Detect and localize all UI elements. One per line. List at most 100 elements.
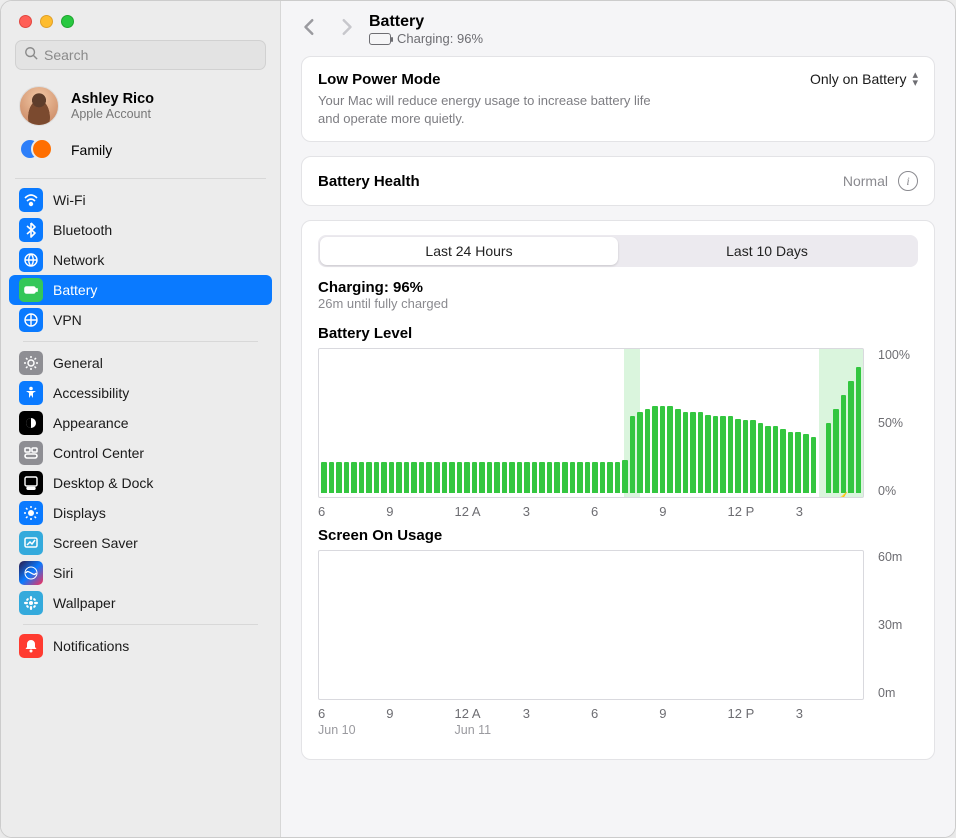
bar [329,462,335,493]
bar [502,462,508,493]
date-tick [523,723,591,737]
sidebar-item-notifications[interactable]: Notifications [9,631,272,661]
page-title: Battery [369,13,483,31]
x-tick: 6 [318,706,386,721]
bar [366,462,372,493]
lpm-dropdown[interactable]: Only on Battery ▴▾ [810,71,918,87]
sidebar-item-desktopdock[interactable]: Desktop & Dock [9,468,272,498]
seg-last-24h[interactable]: Last 24 Hours [320,237,618,265]
bar [728,416,734,493]
bar [675,409,681,493]
sidebar-item-wallpaper[interactable]: Wallpaper [9,588,272,618]
account-row[interactable]: Ashley Rico Apple Account [1,78,280,132]
sidebar: Ashley Rico Apple Account Family Wi-Fi Bl… [1,1,281,837]
bar [359,462,365,493]
bar [795,432,801,494]
sidebar-item-label: Accessibility [53,385,129,401]
sidebar-list: Wi-Fi Bluetooth Network Battery VPN General Ac… [1,185,280,661]
bh-status: Normal [843,173,888,189]
accessibility-icon [19,381,43,405]
bar [457,462,463,493]
bar [464,462,470,493]
sidebar-item-wifi[interactable]: Wi-Fi [9,185,272,215]
bar [607,462,613,493]
bar [667,406,673,493]
x-tick: 6 [591,504,659,519]
bar [389,462,395,493]
x-tick: 9 [386,504,454,519]
wallpaper-icon [19,591,43,615]
bar [396,462,402,493]
chevron-updown-icon: ▴▾ [912,71,918,87]
sidebar-item-vpn[interactable]: VPN [9,305,272,335]
sidebar-item-label: Wi-Fi [53,192,86,208]
bh-title: Battery Health [318,173,420,190]
range-segmented: Last 24 Hours Last 10 Days [318,235,918,267]
bar [758,423,764,493]
wifi-icon [19,188,43,212]
battery-level-chart: Battery Level ⚡ 100%50%0% 6912 A36912 P3 [318,325,918,519]
family-row[interactable]: Family [1,132,280,172]
usage-card: Last 24 Hours Last 10 Days Charging: 96%… [301,220,935,760]
bar [419,462,425,493]
sidebar-item-label: Notifications [53,638,129,654]
network-icon [19,248,43,272]
account-sub: Apple Account [71,107,154,121]
sidebar-item-displays[interactable]: Displays [9,498,272,528]
bar [811,437,817,493]
date-tick [659,723,727,737]
bar [351,462,357,493]
sidebar-item-screensaver[interactable]: Screen Saver [9,528,272,558]
x-tick: 6 [318,504,386,519]
vpn-icon [19,308,43,332]
divider [23,341,258,342]
bar [577,462,583,493]
sidebar-item-label: Network [53,252,104,268]
bar [600,462,606,493]
sidebar-item-bluetooth[interactable]: Bluetooth [9,215,272,245]
seg-last-10d[interactable]: Last 10 Days [618,237,916,265]
bar [615,462,621,493]
sidebar-item-general[interactable]: General [9,348,272,378]
close-window-icon[interactable] [19,15,32,28]
divider [23,624,258,625]
x-tick: 12 P [728,706,796,721]
main-pane: Battery Charging: 96% Low Power Mode You… [281,1,955,837]
sidebar-item-accessibility[interactable]: Accessibility [9,378,272,408]
x-tick: 9 [659,706,727,721]
divider [15,178,266,179]
bar [585,462,591,493]
appearance-icon [19,411,43,435]
bar [690,412,696,493]
minimize-window-icon[interactable] [40,15,53,28]
bar [698,412,704,493]
bar [645,409,651,493]
search-icon [24,46,38,65]
bar [705,415,711,493]
lpm-dropdown-value: Only on Battery [810,71,907,87]
settings-window: Ashley Rico Apple Account Family Wi-Fi Bl… [0,0,956,838]
sidebar-item-controlcenter[interactable]: Control Center [9,438,272,468]
info-icon[interactable]: i [898,171,918,191]
battery-level-title: Battery Level [318,325,918,342]
bolt-icon: ⚡ [832,491,852,498]
bar [750,420,756,493]
nav-back-button[interactable] [301,18,319,41]
sidebar-item-network[interactable]: Network [9,245,272,275]
sidebar-item-appearance[interactable]: Appearance [9,408,272,438]
search-input[interactable] [44,47,257,63]
siri-icon [19,561,43,585]
x-axis-labels: 6912 A36912 P3 [318,504,864,519]
sidebar-item-label: VPN [53,312,82,328]
bar [524,462,530,493]
nav-forward-button[interactable] [337,18,355,41]
sidebar-item-battery[interactable]: Battery [9,275,272,305]
displays-icon [19,501,43,525]
fullscreen-window-icon[interactable] [61,15,74,28]
window-controls [1,1,280,36]
sidebar-item-siri[interactable]: Siri [9,558,272,588]
bar [735,419,741,493]
sidebar-item-label: Appearance [53,415,129,431]
battery-health-card[interactable]: Battery Health Normal i [301,156,935,206]
search-field[interactable] [15,40,266,70]
